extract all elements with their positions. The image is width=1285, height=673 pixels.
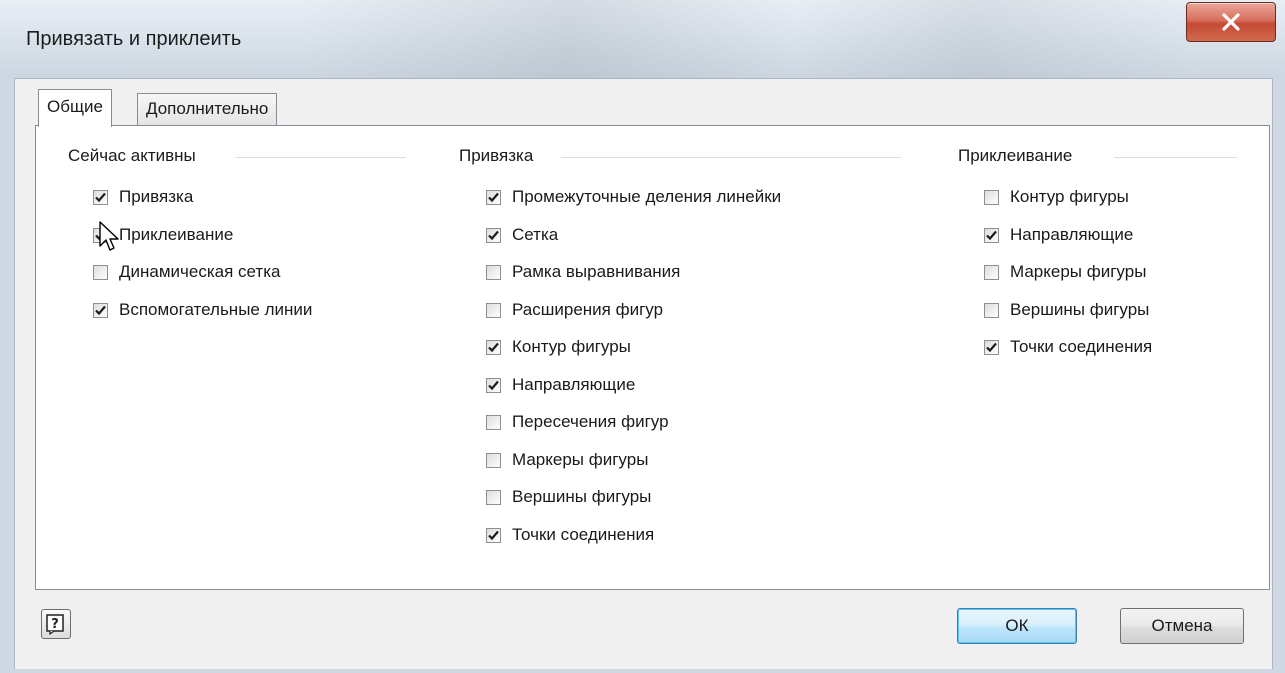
close-icon [1222,13,1240,31]
snap-checkbox-row[interactable]: Сетка [486,225,558,245]
checkbox-label: Направляющие [512,375,636,394]
group-title-snap: Привязка [459,146,534,165]
checkmark-icon [488,192,499,202]
checkmark-icon [488,342,499,352]
checkbox-label: Вспомогательные линии [119,300,313,319]
checkbox-label: Контур фигуры [1010,187,1129,206]
checkmark-icon [95,305,106,315]
glue-checkbox-row[interactable]: Направляющие [984,225,1133,245]
snap-checkbox-row[interactable]: Промежуточные деления линейки [486,187,781,207]
snap-checkbox-row[interactable]: Рамка выравнивания [486,262,680,282]
snap-checkbox-row[interactable]: Маркеры фигуры [486,450,648,470]
checkbox-label: Расширения фигур [512,300,664,319]
checkbox-unchecked[interactable] [486,264,501,280]
snap-checkbox-row[interactable]: Расширения фигур [486,300,663,320]
group-title-glue: Приклеивание [958,146,1073,165]
tab-general[interactable]: Общие [38,89,112,127]
checkbox-checked[interactable] [486,339,501,355]
dialog-client-area: Общие Дополнительно Сейчас активны Привя… [15,79,1271,673]
checkbox-checked[interactable] [486,189,501,205]
checkbox-checked[interactable] [486,377,501,393]
checkmark-icon [95,192,106,202]
checkbox-unchecked[interactable] [486,414,501,430]
mouse-pointer-icon [99,221,119,251]
checkmark-icon [488,530,499,540]
checkbox-checked[interactable] [486,527,501,543]
group-divider [561,157,901,158]
checkbox-unchecked[interactable] [486,489,501,505]
checkmark-icon [488,380,499,390]
help-button[interactable]: ? [41,609,71,639]
checkbox-checked[interactable] [93,189,108,205]
checkbox-label: Вершины фигуры [1010,300,1150,319]
window-frame-left [0,78,15,673]
glue-checkbox-row[interactable]: Маркеры фигуры [984,262,1146,282]
snap-checkbox-row[interactable]: Направляющие [486,375,635,395]
glue-checkbox-row[interactable]: Контур фигуры [984,187,1129,207]
checkbox-label: Точки соединения [1010,337,1153,356]
window-frame-bottom [0,669,1285,673]
checkbox-label: Маркеры фигуры [1010,262,1147,281]
checkbox-checked[interactable] [984,227,999,243]
checkbox-label: Промежуточные деления линейки [512,187,782,206]
checkbox-label: Динамическая сетка [119,262,281,281]
glue-checkbox-row[interactable]: Точки соединения [984,337,1152,357]
checkbox-unchecked[interactable] [984,189,999,205]
checkbox-unchecked[interactable] [984,302,999,318]
cancel-button[interactable]: Отмена [1120,608,1244,644]
checkbox-label: Рамка выравнивания [512,262,681,281]
help-glyph: ? [51,617,59,632]
group-divider [236,157,406,158]
glue-checkbox-row[interactable]: Вершины фигуры [984,300,1149,320]
tab-advanced[interactable]: Дополнительно [137,93,278,125]
checkbox-label: Направляющие [1010,225,1134,244]
window-title: Привязать и приклеить [26,28,242,50]
title-bar-decoration [300,0,1200,78]
checkbox-label: Сетка [512,225,559,244]
help-icon: ? [46,614,64,635]
checkbox-unchecked[interactable] [93,264,108,280]
checkbox-unchecked[interactable] [486,452,501,468]
ok-button[interactable]: ОК [957,608,1077,644]
checkbox-label: Пересечения фигур [512,412,669,431]
checkbox-checked[interactable] [93,302,108,318]
checkbox-checked[interactable] [486,227,501,243]
checkbox-unchecked[interactable] [486,302,501,318]
checkbox-label: Вершины фигуры [512,487,652,506]
checkmark-icon [986,230,997,240]
checkbox-checked[interactable] [984,339,999,355]
active-now-checkbox-row[interactable]: Вспомогательные линии [93,300,312,320]
checkbox-label: Маркеры фигуры [512,450,649,469]
active-now-checkbox-row[interactable]: Динамическая сетка [93,262,280,282]
close-button[interactable] [1186,2,1276,42]
checkmark-icon [488,230,499,240]
snap-checkbox-row[interactable]: Контур фигуры [486,337,631,357]
window-frame-right [1272,78,1285,673]
active-now-checkbox-row[interactable]: Привязка [93,187,193,207]
snap-checkbox-row[interactable]: Пересечения фигур [486,412,669,432]
checkmark-icon [986,342,997,352]
group-title-active-now: Сейчас активны [68,146,196,165]
group-divider [1114,157,1237,158]
snap-checkbox-row[interactable]: Вершины фигуры [486,487,651,507]
checkbox-label: Контур фигуры [512,337,631,356]
title-bar: Привязать и приклеить [0,0,1285,79]
checkbox-label: Привязка [119,187,194,206]
snap-checkbox-row[interactable]: Точки соединения [486,525,654,545]
checkbox-label: Точки соединения [512,525,655,544]
checkbox-label: Приклеивание [119,225,234,244]
checkbox-unchecked[interactable] [984,264,999,280]
